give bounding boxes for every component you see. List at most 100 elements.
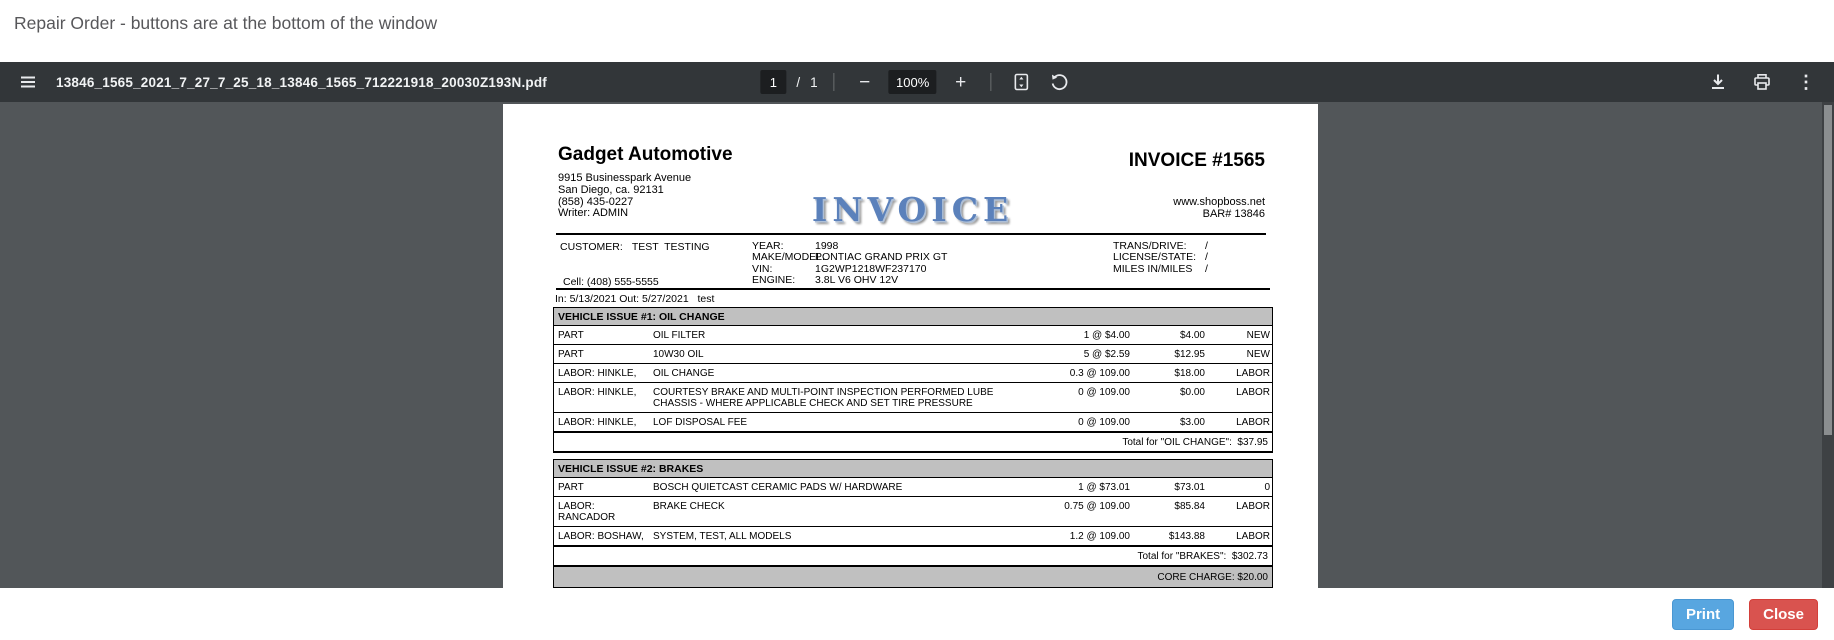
field-value: 3.8L V6 OHV 12V xyxy=(815,274,899,287)
pdf-toolbar: 13846_1565_2021_7_27_7_25_18_13846_1565_… xyxy=(0,62,1834,102)
row-total: $18.00 xyxy=(1174,367,1205,379)
row-tag: 0 xyxy=(1264,481,1270,493)
row-type: PART xyxy=(558,348,584,360)
row-tag: NEW xyxy=(1246,348,1270,360)
bar-number: BAR# 13846 xyxy=(1202,207,1265,220)
row-qty-price: 0 @ 109.00 xyxy=(1078,386,1130,398)
vehicle-fields: YEAR: 1998 MAKE/MODEL:PONTIAC GRAND PRIX … xyxy=(752,240,948,287)
field-label: MILES IN/MILES xyxy=(1113,262,1193,275)
row-total: $73.01 xyxy=(1174,481,1205,493)
vehicle-issue-section: VEHICLE ISSUE #2: BRAKES PART BOSCH QUIE… xyxy=(553,459,1273,588)
table-row: LABOR: HINKLE, COURTESY BRAKE AND MULTI-… xyxy=(554,382,1272,412)
customer-line: CUSTOMER: TEST TESTING xyxy=(560,241,710,253)
row-type: PART xyxy=(558,329,584,341)
download-button[interactable] xyxy=(1704,68,1732,96)
row-type: LABOR: RANCADOR xyxy=(558,500,616,523)
shop-info: Gadget Automotive 9915 Businesspark Aven… xyxy=(558,144,733,220)
customer-name: TEST TESTING xyxy=(631,241,710,253)
pdf-canvas[interactable]: Gadget Automotive 9915 Businesspark Aven… xyxy=(0,102,1834,588)
row-total: $85.84 xyxy=(1174,500,1205,512)
vehicle-issue-section: VEHICLE ISSUE #1: OIL CHANGE PART OIL FI… xyxy=(553,307,1273,453)
row-description: LOF DISPOSAL FEE xyxy=(653,416,748,428)
line-item-table: VEHICLE ISSUE #1: OIL CHANGE PART OIL FI… xyxy=(553,307,1273,588)
section-total: Total for "OIL CHANGE": $37.95 xyxy=(554,431,1272,451)
section-header: VEHICLE ISSUE #1: OIL CHANGE xyxy=(554,308,1272,326)
printer-icon xyxy=(1754,74,1770,90)
row-qty-price: 5 @ $2.59 xyxy=(1083,348,1130,360)
print-icon-button[interactable] xyxy=(1748,68,1776,96)
in-out-dates: In: 5/13/2021 Out: 5/27/2021 test xyxy=(555,293,715,305)
row-tag: LABOR xyxy=(1236,530,1270,542)
table-row: PART 10W30 OIL 5 @ $2.59 $12.95 NEW xyxy=(554,344,1272,363)
pdf-filename: 13846_1565_2021_7_27_7_25_18_13846_1565_… xyxy=(56,74,548,90)
shop-address-line2: San Diego, ca. 92131 xyxy=(558,183,664,196)
menu-icon[interactable] xyxy=(14,68,42,96)
window-titlebar: Repair Order - buttons are at the bottom… xyxy=(0,0,1834,62)
row-tag: LABOR xyxy=(1236,500,1270,512)
row-qty-price: 0.75 @ 109.00 xyxy=(1064,500,1130,512)
scrollbar-track[interactable] xyxy=(1822,102,1834,588)
field-label: ENGINE: xyxy=(752,274,796,287)
more-options-button[interactable]: ⋮ xyxy=(1792,68,1820,96)
row-qty-price: 1 @ $73.01 xyxy=(1078,481,1130,493)
minus-icon: − xyxy=(859,71,871,93)
download-icon xyxy=(1712,74,1724,89)
section-header: VEHICLE ISSUE #2: BRAKES xyxy=(554,460,1272,478)
row-qty-price: 1.2 @ 109.00 xyxy=(1069,530,1130,542)
row-type: LABOR: HINKLE, xyxy=(558,416,637,428)
table-row: LABOR: HINKLE, OIL CHANGE 0.3 @ 109.00 $… xyxy=(554,363,1272,382)
field-value: / xyxy=(1205,240,1208,252)
table-row: PART OIL FILTER 1 @ $4.00 $4.00 NEW xyxy=(554,326,1272,344)
customer-cell: Cell: (408) 555-5555 xyxy=(563,276,659,288)
pdf-page: Gadget Automotive 9915 Businesspark Aven… xyxy=(503,104,1318,588)
section-total: Total for "BRAKES": $302.73 xyxy=(554,545,1272,565)
row-description: BOSCH QUIETCAST CERAMIC PADS W/ HARDWARE xyxy=(653,481,903,493)
page-number-input[interactable]: 1 xyxy=(760,70,787,94)
row-total: $143.88 xyxy=(1168,530,1205,542)
info-divider xyxy=(556,288,1270,290)
row-type: LABOR: HINKLE, xyxy=(558,386,637,398)
row-description: BRAKE CHECK xyxy=(653,500,725,512)
row-total: $12.95 xyxy=(1174,348,1205,360)
toolbar-separator xyxy=(990,73,992,91)
row-total: $3.00 xyxy=(1179,416,1205,428)
row-qty-price: 1 @ $4.00 xyxy=(1083,329,1130,341)
toolbar-separator xyxy=(833,73,835,91)
row-description: SYSTEM, TEST, ALL MODELS xyxy=(653,530,792,542)
vertical-dots-icon: ⋮ xyxy=(1797,72,1815,92)
row-tag: LABOR xyxy=(1236,416,1270,428)
row-description: 10W30 OIL xyxy=(653,348,704,360)
customer-label: CUSTOMER: xyxy=(560,241,623,253)
invoice-logo: INVOICE xyxy=(811,190,1014,229)
header-divider xyxy=(556,233,1266,235)
row-tag: LABOR xyxy=(1236,386,1270,398)
table-row: LABOR: BOSHAW, SYSTEM, TEST, ALL MODELS … xyxy=(554,526,1272,545)
zoom-out-button[interactable]: − xyxy=(851,68,879,96)
hamburger-icon xyxy=(21,76,35,88)
core-charge-row: CORE CHARGE: $20.00 xyxy=(554,565,1272,587)
row-description: COURTESY BRAKE AND MULTI-POINT INSPECTIO… xyxy=(653,386,994,409)
field-value: / xyxy=(1205,251,1208,264)
row-type: PART xyxy=(558,481,584,493)
row-qty-price: 0 @ 109.00 xyxy=(1078,416,1130,428)
field-value: PONTIAC GRAND PRIX GT xyxy=(815,251,948,264)
close-button[interactable]: Close xyxy=(1749,598,1818,630)
row-description: OIL FILTER xyxy=(653,329,706,341)
dialog-footer: Print Close xyxy=(0,588,1834,640)
row-total: $4.00 xyxy=(1179,329,1205,341)
zoom-in-button[interactable]: + xyxy=(947,68,975,96)
fit-to-page-button[interactable] xyxy=(1008,68,1036,96)
field-value: / xyxy=(1205,262,1208,275)
repair-order-window: Repair Order - buttons are at the bottom… xyxy=(0,0,1834,640)
print-button[interactable]: Print xyxy=(1671,598,1735,630)
row-tag: NEW xyxy=(1246,329,1270,341)
field-value: 1998 xyxy=(815,240,839,252)
zoom-level: 100% xyxy=(888,70,937,94)
shop-name: Gadget Automotive xyxy=(558,144,733,165)
row-type: LABOR: HINKLE, xyxy=(558,367,637,379)
rotate-button[interactable] xyxy=(1046,68,1074,96)
scrollbar-thumb[interactable] xyxy=(1824,105,1832,435)
page-total: 1 xyxy=(810,74,818,90)
row-total: $0.00 xyxy=(1179,386,1205,398)
status-fields: TRANS/DRIVE: / LICENSE/STATE: / MILES IN/M… xyxy=(1113,240,1208,275)
